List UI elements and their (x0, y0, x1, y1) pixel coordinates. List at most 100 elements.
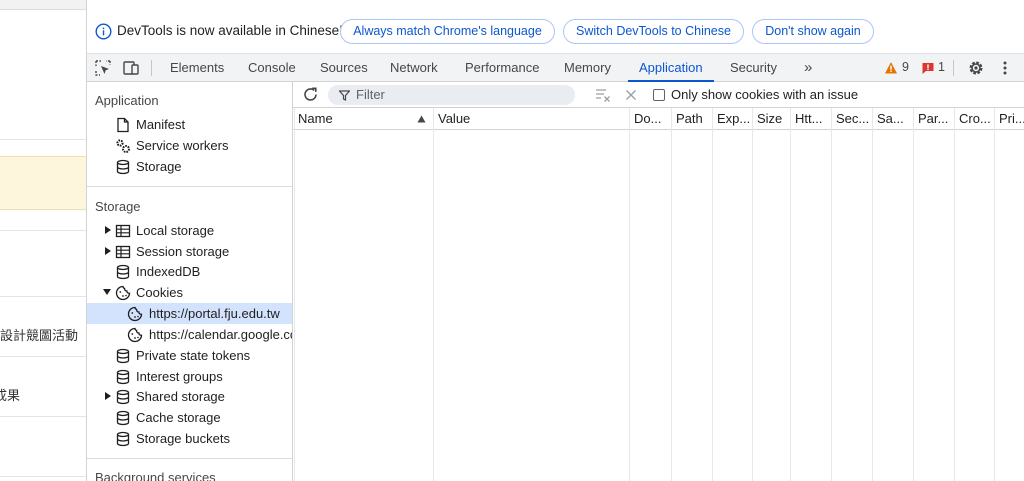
tab-memory[interactable]: Memory (564, 54, 611, 82)
sidebar-item-label: Storage buckets (136, 431, 230, 446)
column-divider[interactable] (433, 108, 434, 481)
sidebar-item-cookie-portal-fju[interactable]: https://portal.fju.edu.tw (87, 303, 292, 324)
page-highlight-row (0, 156, 86, 210)
tab-performance[interactable]: Performance (465, 54, 539, 82)
delete-selected-icon[interactable] (625, 89, 637, 101)
sidebar-item-label: Local storage (136, 223, 215, 238)
tab-network[interactable]: Network (390, 54, 438, 82)
cookie-icon (127, 327, 143, 343)
tab-elements[interactable]: Elements (170, 54, 224, 82)
column-header-expires[interactable]: Exp... (712, 108, 752, 130)
sidebar-item-label: Cookies (136, 285, 183, 300)
filter-input[interactable]: Filter (328, 85, 575, 105)
column-divider[interactable] (671, 108, 672, 481)
sidebar-item-private-state-tokens[interactable]: Private state tokens (87, 345, 292, 366)
column-header-secure[interactable]: Sec... (831, 108, 872, 130)
device-toolbar-icon[interactable] (122, 59, 140, 77)
column-divider[interactable] (994, 108, 995, 481)
only-issues-label: Only show cookies with an issue (671, 87, 859, 102)
sidebar-item-label: Service workers (136, 138, 229, 153)
column-divider[interactable] (831, 108, 832, 481)
sidebar-item-label: IndexedDB (136, 264, 201, 279)
page-link-text[interactable]: 設計競圖活動 (0, 325, 78, 344)
sidebar-item-manifest[interactable]: Manifest (87, 114, 292, 135)
sidebar-item-indexeddb[interactable]: IndexedDB (87, 261, 292, 282)
column-header-priority[interactable]: Pri... (994, 108, 1024, 130)
page-divider (0, 416, 86, 417)
sidebar-item-cookie-calendar-google[interactable]: https://calendar.google.com (87, 324, 292, 345)
web-page-area: 設計競圖活動 成果 (0, 0, 87, 481)
refresh-icon[interactable] (302, 86, 319, 103)
page-divider (0, 139, 86, 140)
section-header-storage: Storage (95, 199, 141, 214)
sort-ascending-icon[interactable] (417, 115, 426, 123)
clear-filtered-cookies-icon[interactable] (595, 87, 611, 103)
expand-arrow-icon[interactable] (103, 246, 113, 256)
column-divider (294, 108, 295, 481)
tab-application[interactable]: Application (628, 54, 714, 82)
column-header-samesite[interactable]: Sa... (872, 108, 913, 130)
database-icon (116, 159, 130, 175)
cookie-icon (127, 306, 143, 322)
sidebar-item-label: Manifest (136, 117, 186, 132)
column-header-name[interactable]: Name (293, 108, 433, 130)
sidebar-item-label: Interest groups (136, 369, 223, 384)
database-icon (116, 431, 130, 447)
cookie-icon (115, 285, 131, 301)
more-tabs-button[interactable]: » (804, 54, 812, 82)
expand-arrow-icon[interactable] (103, 225, 113, 235)
settings-gear-icon[interactable] (967, 59, 985, 77)
sidebar-item-label: Shared storage (136, 389, 225, 404)
collapse-arrow-icon[interactable] (102, 287, 112, 297)
column-divider[interactable] (954, 108, 955, 481)
database-icon (116, 410, 130, 426)
switch-to-chinese-button[interactable]: Switch DevTools to Chinese (563, 19, 744, 44)
column-header-path[interactable]: Path (671, 108, 712, 130)
page-link-text[interactable]: 成果 (0, 385, 20, 404)
column-header-cross-site[interactable]: Cro... (954, 108, 994, 130)
column-divider[interactable] (629, 108, 630, 481)
column-divider[interactable] (790, 108, 791, 481)
column-header-partition-key[interactable]: Par... (913, 108, 954, 130)
warnings-count[interactable]: 9 (902, 54, 909, 82)
column-divider[interactable] (872, 108, 873, 481)
database-icon (116, 389, 130, 405)
inspect-element-icon[interactable] (94, 59, 112, 77)
sidebar-item-label: Private state tokens (136, 348, 251, 363)
section-divider (87, 458, 292, 459)
toolbar-separator (151, 60, 152, 76)
section-header-background-services: Background services (95, 470, 216, 481)
column-header-size[interactable]: Size (752, 108, 790, 130)
cookies-table-header: Name Value Do... Path Exp... Size Htt...… (293, 108, 1024, 130)
error-icon[interactable] (921, 61, 935, 75)
page-divider (0, 296, 86, 297)
sidebar-item-local-storage[interactable]: Local storage (87, 220, 292, 241)
column-header-httponly[interactable]: Htt... (790, 108, 831, 130)
expand-arrow-icon[interactable] (103, 391, 113, 401)
table-icon (115, 245, 131, 259)
sidebar-item-storage-buckets[interactable]: Storage buckets (87, 428, 292, 449)
screen: 設計競圖活動 成果 DevTools is now available in C… (0, 0, 1024, 481)
dont-show-again-button[interactable]: Don't show again (752, 19, 874, 44)
sidebar-item-service-workers[interactable]: Service workers (87, 135, 292, 156)
sidebar-item-shared-storage[interactable]: Shared storage (87, 386, 292, 407)
tab-sources[interactable]: Sources (320, 54, 368, 82)
column-divider[interactable] (712, 108, 713, 481)
sidebar-item-cache-storage[interactable]: Cache storage (87, 407, 292, 428)
sidebar-item-storage-overview[interactable]: Storage (87, 156, 292, 177)
errors-count[interactable]: 1 (938, 54, 945, 82)
tab-security[interactable]: Security (730, 54, 777, 82)
warning-icon[interactable] (884, 61, 898, 75)
sidebar-item-interest-groups[interactable]: Interest groups (87, 366, 292, 387)
match-language-button[interactable]: Always match Chrome's language (340, 19, 555, 44)
column-header-value[interactable]: Value (433, 108, 629, 130)
sidebar-item-session-storage[interactable]: Session storage (87, 241, 292, 262)
more-options-icon[interactable] (996, 59, 1014, 77)
tab-console[interactable]: Console (248, 54, 296, 82)
filter-placeholder: Filter (356, 87, 385, 102)
column-divider[interactable] (913, 108, 914, 481)
column-header-domain[interactable]: Do... (629, 108, 671, 130)
column-divider[interactable] (752, 108, 753, 481)
only-issues-checkbox[interactable] (653, 89, 665, 101)
sidebar-item-cookies[interactable]: Cookies (87, 282, 292, 303)
